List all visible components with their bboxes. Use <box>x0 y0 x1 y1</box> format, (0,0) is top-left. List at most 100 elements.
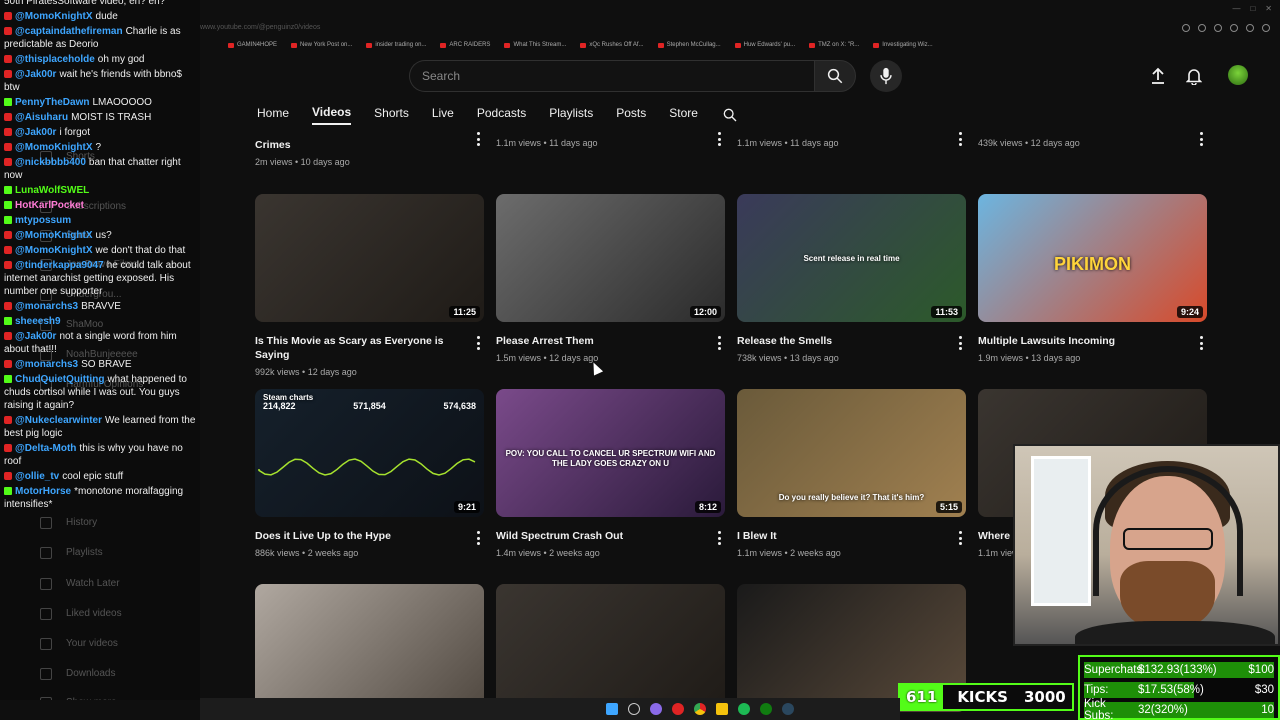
chat-username[interactable]: @monarchs3 <box>15 359 78 370</box>
video-thumbnail[interactable]: Do you really believe it? That it's him?… <box>737 389 966 517</box>
folder-icon[interactable] <box>716 703 728 715</box>
video-card[interactable]: 12:00 Please Arrest Them 1.5m views • 12 d… <box>496 194 725 363</box>
bookmark-item[interactable]: insider trading on... <box>366 42 426 48</box>
chat-username[interactable]: ChudQuietQuitting <box>15 374 104 385</box>
video-card[interactable]: Crimes 2m views • 10 days ago <box>255 130 484 167</box>
chat-username[interactable]: @Jak00r <box>15 331 56 342</box>
maximize-icon[interactable]: □ <box>1250 4 1255 13</box>
sidebar-item[interactable]: Your videos <box>40 637 118 650</box>
bookmark-item[interactable]: xQc Rushes Off Af... <box>580 42 644 48</box>
avatar[interactable] <box>1228 65 1248 85</box>
channel-search-button[interactable] <box>721 106 739 124</box>
video-card[interactable]: 11:25 Is This Movie as Scary as Everyone … <box>255 194 484 377</box>
tab-podcasts[interactable]: Podcasts <box>477 106 526 124</box>
video-card[interactable]: POV: YOU CALL TO CANCEL UR SPECTRUM WIFI… <box>496 389 725 558</box>
more-options-icon[interactable] <box>958 132 962 146</box>
more-options-icon[interactable] <box>717 531 721 545</box>
chat-username[interactable]: @MomoKnightX <box>15 11 93 22</box>
video-thumbnail[interactable]: POV: YOU CALL TO CANCEL UR SPECTRUM WIFI… <box>496 389 725 517</box>
extension-icon[interactable] <box>1198 24 1206 32</box>
search-input[interactable]: Search <box>409 60 815 92</box>
app-icon[interactable] <box>672 703 684 715</box>
chat-username[interactable]: LunaWolfSWEL <box>15 185 89 196</box>
chat-username[interactable]: mtypossum <box>15 215 71 226</box>
chat-username[interactable]: sheeesh9 <box>15 316 61 327</box>
xbox-icon[interactable] <box>760 703 772 715</box>
window-controls[interactable]: — □ ✕ <box>1232 4 1272 13</box>
chat-username[interactable]: @MomoKnightX <box>15 230 93 241</box>
video-card[interactable]: 1.1m views • 11 days ago <box>737 130 966 148</box>
url-bar[interactable]: www.youtube.com/@penguinz0/videos <box>200 24 320 31</box>
chat-username[interactable]: @captaindathefireman <box>15 26 123 37</box>
chat-username[interactable]: @tinderkappa9047 <box>15 260 104 271</box>
video-thumbnail[interactable]: PIKIMON 9:24 <box>978 194 1207 322</box>
chat-username[interactable]: @Delta-Moth <box>15 443 76 454</box>
video-card[interactable]: Do you really believe it? That it's him?… <box>737 389 966 558</box>
chat-username[interactable]: @thisplaceholde <box>15 54 95 65</box>
video-title[interactable]: Crimes <box>255 138 460 152</box>
video-thumbnail[interactable]: 11:25 <box>255 194 484 322</box>
chat-username[interactable]: @MomoKnightX <box>15 142 93 153</box>
more-options-icon[interactable] <box>958 336 962 350</box>
video-title[interactable]: Please Arrest Them <box>496 334 701 348</box>
sidebar-item[interactable]: Downloads <box>40 667 115 680</box>
app-icon[interactable] <box>650 703 662 715</box>
more-options-icon[interactable] <box>476 336 480 350</box>
chat-username[interactable]: @Jak00r <box>15 69 56 80</box>
extension-icon[interactable] <box>1246 24 1254 32</box>
video-card[interactable]: 439k views • 12 days ago <box>978 130 1207 148</box>
chat-username[interactable]: HotKarlPocket <box>15 200 84 211</box>
more-options-icon[interactable] <box>1199 336 1203 350</box>
tab-posts[interactable]: Posts <box>616 106 646 124</box>
bookmark-item[interactable]: ARC RAIDERS <box>440 42 490 48</box>
sidebar-item[interactable]: Show more <box>40 696 117 700</box>
more-options-icon[interactable] <box>1199 132 1203 146</box>
chat-username[interactable]: @Aisuharu <box>15 112 68 123</box>
video-title[interactable]: Is This Movie as Scary as Everyone is Sa… <box>255 334 460 362</box>
bookmark-item[interactable]: New York Post on... <box>291 42 352 48</box>
extension-icon[interactable] <box>1262 24 1270 32</box>
spotify-icon[interactable] <box>738 703 750 715</box>
video-thumbnail[interactable]: Steam charts 214,822 571,854 574,638 9:21 <box>255 389 484 517</box>
extension-icon[interactable] <box>1230 24 1238 32</box>
video-card[interactable]: Scent release in real time 11:53 Release t… <box>737 194 966 363</box>
bookmark-item[interactable]: Investigating Wiz... <box>873 42 933 48</box>
video-title[interactable]: Multiple Lawsuits Incoming <box>978 334 1183 348</box>
close-icon[interactable]: ✕ <box>1265 4 1272 13</box>
chat-username[interactable]: @MomoKnightX <box>15 245 93 256</box>
extension-icon[interactable] <box>1182 24 1190 32</box>
more-options-icon[interactable] <box>958 531 962 545</box>
video-card[interactable] <box>496 584 725 712</box>
video-title[interactable]: Wild Spectrum Crash Out <box>496 529 701 543</box>
chat-username[interactable]: PennyTheDawn <box>15 97 89 108</box>
chat-username[interactable]: @Nukeclearwinter <box>15 415 102 426</box>
chat-username[interactable]: @nickbbbb400 <box>15 157 86 168</box>
sidebar-item[interactable]: Liked videos <box>40 607 122 620</box>
bookmark-item[interactable]: Stephen McCullag... <box>657 42 721 48</box>
video-card[interactable]: 1.1m views • 11 days ago <box>496 130 725 148</box>
chat-username[interactable]: @monarchs3 <box>15 301 78 312</box>
video-title[interactable]: Release the Smells <box>737 334 942 348</box>
video-title[interactable]: I Blew It <box>737 529 942 543</box>
tab-home[interactable]: Home <box>257 106 289 124</box>
sidebar-item[interactable]: Playlists <box>40 546 103 559</box>
bookmark-item[interactable]: Huw Edwards' pu... <box>734 42 795 48</box>
tab-videos[interactable]: Videos <box>312 105 352 125</box>
sidebar-item[interactable]: History <box>40 516 97 529</box>
extension-icons[interactable] <box>1182 24 1270 32</box>
tab-live[interactable]: Live <box>432 106 454 124</box>
voice-search-button[interactable] <box>870 60 902 92</box>
tab-playlists[interactable]: Playlists <box>549 106 593 124</box>
steam-icon[interactable] <box>782 703 794 715</box>
sidebar-item[interactable]: Watch Later <box>40 577 120 590</box>
windows-start-icon[interactable] <box>606 703 618 715</box>
minimize-icon[interactable]: — <box>1232 4 1240 13</box>
search-button[interactable] <box>814 60 856 92</box>
more-options-icon[interactable] <box>476 531 480 545</box>
search-icon[interactable] <box>628 703 640 715</box>
tab-store[interactable]: Store <box>669 106 698 124</box>
more-options-icon[interactable] <box>717 132 721 146</box>
bookmark-item[interactable]: What This Stream... <box>504 42 566 48</box>
create-button[interactable] <box>1146 64 1170 88</box>
chat-username[interactable]: MotorHorse <box>15 486 71 497</box>
